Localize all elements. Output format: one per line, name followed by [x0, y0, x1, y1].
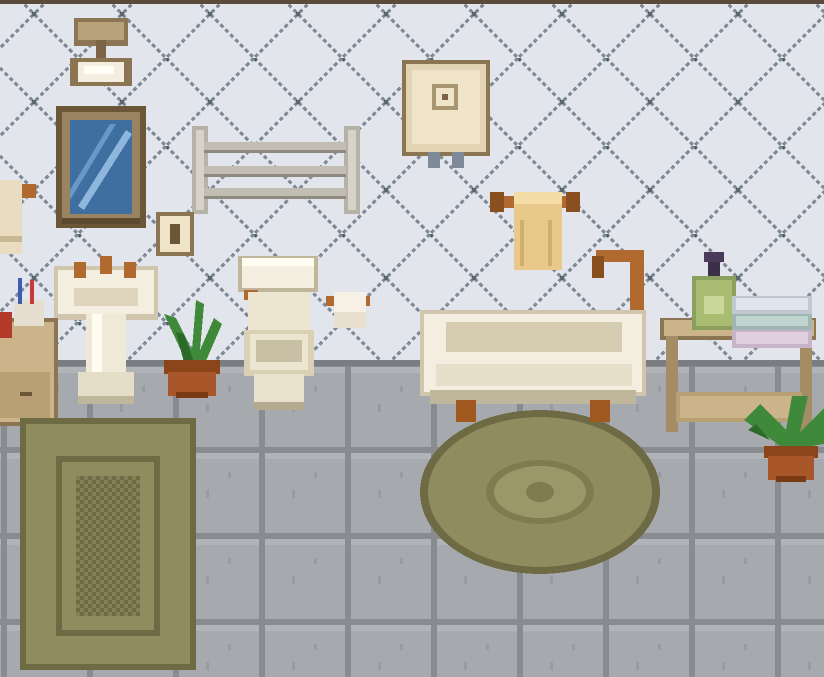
switch-icon[interactable] — [156, 212, 194, 256]
mirror-icon[interactable] — [56, 106, 146, 228]
towels-icon[interactable] — [732, 296, 812, 348]
rug-icon[interactable] — [420, 410, 660, 574]
cabinet-icon[interactable] — [402, 60, 490, 168]
bathroom-scene — [0, 0, 824, 677]
rug-icon[interactable] — [20, 418, 196, 670]
